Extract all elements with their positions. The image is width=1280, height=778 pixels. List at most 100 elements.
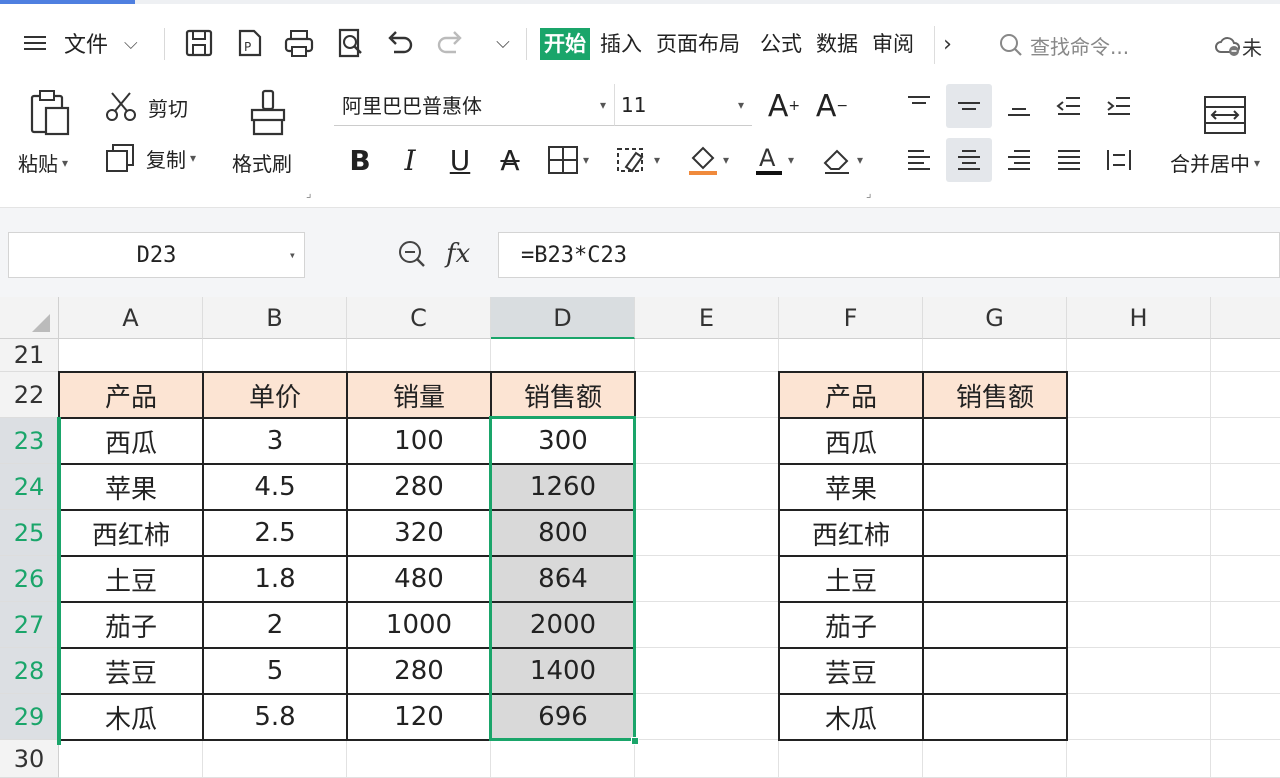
table-cell[interactable]: 西红柿 — [59, 510, 203, 556]
row-header-27[interactable]: 27 — [0, 602, 59, 648]
table-cell[interactable]: 800 — [491, 510, 635, 556]
row-header-29[interactable]: 29 — [0, 694, 59, 740]
fill-handle[interactable] — [631, 737, 639, 745]
justify-icon[interactable] — [1046, 138, 1092, 182]
italic-icon[interactable]: I — [390, 138, 430, 182]
table-cell[interactable]: 芸豆 — [779, 648, 923, 694]
quick-access-more-icon[interactable]: ⌵ — [486, 26, 520, 60]
table-cell[interactable] — [923, 418, 1067, 464]
file-menu[interactable]: 文件 — [64, 24, 108, 62]
increase-font-size-icon[interactable]: A + — [764, 84, 804, 128]
tab-formulas[interactable]: 公式 — [760, 28, 802, 60]
decrease-indent-icon[interactable] — [1046, 84, 1092, 128]
fill-color-icon[interactable]: ▾ — [680, 138, 736, 182]
table-cell[interactable]: 西红柿 — [779, 510, 923, 556]
font-name-select[interactable]: 阿里巴巴普惠体 ▾ — [334, 84, 614, 126]
print-icon[interactable] — [282, 26, 316, 60]
copy-dropdown-icon[interactable]: ▾ — [190, 151, 196, 165]
undo-icon[interactable] — [382, 26, 416, 60]
table-cell[interactable]: 4.5 — [203, 464, 347, 510]
row-header-22[interactable]: 22 — [0, 372, 59, 418]
decrease-font-size-icon[interactable]: A − — [812, 84, 852, 128]
column-header-d[interactable]: D — [491, 297, 635, 339]
command-search[interactable]: 查找命令... — [998, 28, 1129, 62]
table-cell[interactable]: 苹果 — [59, 464, 203, 510]
align-top-icon[interactable] — [896, 84, 942, 128]
align-bottom-icon[interactable] — [996, 84, 1042, 128]
table-cell[interactable]: 茄子 — [59, 602, 203, 648]
format-painter-button[interactable]: 格式刷 — [232, 148, 292, 177]
table-cell[interactable]: 苹果 — [779, 464, 923, 510]
table-cell[interactable]: 280 — [347, 648, 491, 694]
align-right-icon[interactable] — [996, 138, 1042, 182]
paste-button[interactable]: 粘贴 ▾ — [18, 148, 68, 177]
font-color-icon[interactable]: A ▾ — [746, 138, 802, 182]
zoom-formula-icon[interactable] — [396, 238, 428, 270]
row-header-28[interactable]: 28 — [0, 648, 59, 694]
save-icon[interactable] — [182, 26, 216, 60]
merge-center-button[interactable]: 合并居中 ▾ — [1170, 148, 1260, 177]
tab-home[interactable]: 开始 — [540, 28, 590, 60]
insert-function-icon[interactable]: fx — [446, 239, 470, 269]
paste-icon[interactable] — [28, 88, 74, 138]
clear-format-icon[interactable]: ▾ — [814, 138, 870, 182]
clipboard-launcher-icon[interactable]: ⌟ — [306, 186, 312, 200]
column-header-c[interactable]: C — [347, 297, 491, 339]
table-header-cell[interactable]: 单价 — [203, 372, 347, 418]
align-left-icon[interactable] — [896, 138, 942, 182]
table-cell[interactable]: 土豆 — [59, 556, 203, 602]
print-preview-icon[interactable] — [334, 26, 368, 60]
cloud-status[interactable]: 未 — [1214, 30, 1262, 62]
redo-icon[interactable] — [434, 26, 468, 60]
table-cell[interactable]: 3 — [203, 418, 347, 464]
hamburger-menu-icon[interactable] — [24, 24, 52, 62]
merge-dropdown-icon[interactable]: ▾ — [1254, 156, 1260, 170]
table-cell[interactable]: 1.8 — [203, 556, 347, 602]
tab-review[interactable]: 审阅 — [872, 28, 914, 60]
table-cell[interactable] — [923, 694, 1067, 740]
column-header-b[interactable]: B — [203, 297, 347, 339]
table-cell[interactable]: 芸豆 — [59, 648, 203, 694]
table-cell[interactable] — [923, 602, 1067, 648]
table-cell[interactable] — [923, 510, 1067, 556]
table-cell[interactable]: 280 — [347, 464, 491, 510]
select-all-button[interactable] — [0, 297, 59, 339]
font-size-select[interactable]: 11 ▾ — [614, 84, 752, 126]
table-cell[interactable]: 864 — [491, 556, 635, 602]
increase-indent-icon[interactable] — [1096, 84, 1142, 128]
border-icon[interactable]: ▾ — [540, 138, 596, 182]
brush-icon[interactable] — [246, 88, 290, 138]
formula-input[interactable]: =B23*C23 — [498, 232, 1280, 278]
table-cell[interactable]: 1260 — [491, 464, 635, 510]
font-dropdown-icon[interactable]: ▾ — [600, 98, 606, 112]
row-header-23[interactable]: 23 — [0, 418, 59, 464]
table-cell[interactable]: 696 — [491, 694, 635, 740]
row-header-30[interactable]: 30 — [0, 740, 59, 778]
align-middle-icon[interactable] — [946, 84, 992, 128]
table-cell[interactable]: 100 — [347, 418, 491, 464]
table-cell[interactable]: 480 — [347, 556, 491, 602]
distributed-align-icon[interactable] — [1096, 138, 1142, 182]
table-cell[interactable]: 木瓜 — [779, 694, 923, 740]
row-header-21[interactable]: 21 — [0, 339, 59, 372]
table-cell[interactable]: 2.5 — [203, 510, 347, 556]
tab-data[interactable]: 数据 — [816, 28, 858, 60]
merge-cells-icon[interactable] — [1202, 94, 1248, 136]
table-header-cell[interactable]: 销售额 — [923, 372, 1067, 418]
table-cell[interactable] — [923, 648, 1067, 694]
table-cell[interactable]: 木瓜 — [59, 694, 203, 740]
table-cell[interactable] — [923, 464, 1067, 510]
table-cell[interactable]: 2000 — [491, 602, 635, 648]
spreadsheet-grid[interactable]: A B C D E F G H 21 22 23 24 25 26 27 28 29 30 产品 单价 销量 销售额 西瓜 3… — [0, 297, 1280, 778]
table-cell[interactable]: 120 — [347, 694, 491, 740]
table-cell[interactable]: 茄子 — [779, 602, 923, 648]
table-cell[interactable]: 300 — [491, 418, 635, 464]
file-menu-chevron-icon[interactable]: ⌵ — [124, 24, 138, 62]
column-header-h[interactable]: H — [1067, 297, 1211, 339]
tab-page-layout[interactable]: 页面布局 — [656, 28, 740, 60]
underline-icon[interactable]: U — [440, 138, 480, 182]
export-pdf-icon[interactable]: P — [232, 26, 266, 60]
table-cell[interactable]: 1000 — [347, 602, 491, 648]
paste-dropdown-icon[interactable]: ▾ — [62, 156, 68, 170]
table-cell[interactable]: 320 — [347, 510, 491, 556]
